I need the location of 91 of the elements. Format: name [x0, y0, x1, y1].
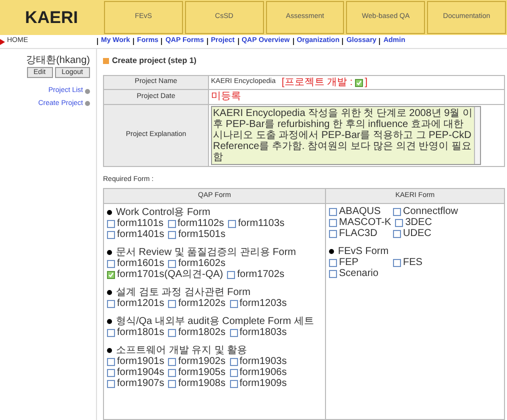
- checkbox[interactable]: [168, 380, 176, 388]
- form-option[interactable]: form1803s: [230, 328, 287, 338]
- checkbox[interactable]: [228, 220, 236, 228]
- bullet-icon: [107, 348, 112, 353]
- checkbox[interactable]: [168, 329, 176, 337]
- checkbox[interactable]: [107, 271, 115, 279]
- checkbox[interactable]: [168, 369, 176, 377]
- scrollbar[interactable]: [474, 107, 480, 164]
- checkbox[interactable]: [393, 259, 401, 267]
- checkbox[interactable]: [329, 208, 337, 216]
- form-option[interactable]: form1501s: [168, 230, 226, 240]
- group-title: 문서 Review 및 품질검증의 관리용 Form: [116, 247, 296, 258]
- checkbox[interactable]: [329, 259, 337, 267]
- form-option[interactable]: form1202s: [168, 299, 226, 309]
- checkbox[interactable]: [393, 208, 401, 216]
- page-title: Create project (step 1): [112, 55, 196, 67]
- form-option[interactable]: ABAQUS: [329, 207, 389, 217]
- group-title: 소프트웨어 개발 유지 및 활용: [116, 345, 248, 356]
- form-option[interactable]: form1201s: [107, 299, 164, 309]
- bullet-icon: [107, 210, 112, 215]
- form-option[interactable]: FLAC3D: [329, 229, 389, 239]
- group-title: 형식/Qa 내외부 audit용 Complete Form 세트: [116, 316, 314, 327]
- form-option[interactable]: form1909s: [230, 379, 287, 389]
- square-icon: [103, 58, 109, 64]
- form-option[interactable]: form1102s: [168, 219, 224, 229]
- form-option[interactable]: Scenario: [329, 269, 389, 279]
- status-label: [프로젝트 개발 :: [282, 77, 353, 88]
- checkbox[interactable]: [329, 230, 337, 238]
- form-option[interactable]: Connectflow: [393, 207, 458, 217]
- form-option[interactable]: form1701s(QA의견-QA): [107, 270, 224, 280]
- checkbox[interactable]: [393, 230, 401, 238]
- checkbox[interactable]: [107, 369, 115, 377]
- check-icon: [356, 80, 362, 86]
- form-option[interactable]: form1401s: [107, 230, 164, 240]
- form-option[interactable]: form1903s: [230, 357, 287, 367]
- checkbox[interactable]: [107, 358, 115, 366]
- checkbox[interactable]: [168, 220, 176, 228]
- bullet-icon: [107, 319, 112, 324]
- checkbox[interactable]: [107, 220, 115, 228]
- form-option[interactable]: form1101s: [107, 219, 164, 229]
- form-option[interactable]: form1908s: [168, 379, 226, 389]
- checkbox[interactable]: [107, 329, 115, 337]
- checkbox[interactable]: [230, 369, 238, 377]
- arrow-icon: [0, 38, 5, 44]
- form-option[interactable]: form1901s: [107, 357, 164, 367]
- form-option[interactable]: form1907s: [107, 379, 164, 389]
- bullet-icon: [329, 249, 334, 254]
- group-title: Work Control용 Form: [116, 207, 210, 218]
- check-icon: [108, 272, 114, 278]
- form-option[interactable]: form1601s: [107, 259, 164, 269]
- bullet-icon: [107, 290, 112, 295]
- form-option[interactable]: form1103s: [228, 219, 285, 229]
- checkbox[interactable]: [329, 270, 337, 278]
- checkbox[interactable]: [168, 231, 176, 239]
- checkbox[interactable]: [107, 380, 115, 388]
- checkbox[interactable]: [230, 329, 238, 337]
- logo[interactable]: KAERI: [0, 0, 103, 35]
- form-option[interactable]: form1906s: [230, 368, 287, 378]
- checkbox[interactable]: [329, 219, 337, 227]
- form-option[interactable]: FEP: [329, 258, 389, 268]
- checkbox[interactable]: [230, 358, 238, 366]
- project-date: 미등록: [211, 91, 241, 102]
- checkbox[interactable]: [395, 219, 404, 227]
- status-bracket: ]: [364, 77, 368, 88]
- explanation-field[interactable]: KAERI Encyclopedia 작성을 위한 첫 단계로 2008년 9월 이후 PEP-Bar를 refurbishing 한 후의 influence 효과에 대한 시나리오 도출 과정에서 PEP-Bar를 적용하고 그 PEP-CkD Reference를 추가함. 참여원의 보다 많은 의견 반영이 필요함: [211, 106, 481, 165]
- form-option[interactable]: UDEC: [393, 229, 453, 239]
- checkbox[interactable]: [354, 78, 363, 86]
- form-option[interactable]: form1602s: [168, 259, 226, 269]
- form-option[interactable]: form1904s: [107, 368, 164, 378]
- checkbox[interactable]: [107, 300, 115, 308]
- form-option[interactable]: form1905s: [168, 368, 226, 378]
- checkbox[interactable]: [168, 358, 176, 366]
- checkbox[interactable]: [227, 271, 236, 279]
- form-option[interactable]: form1702s: [227, 270, 284, 280]
- checkbox[interactable]: [168, 300, 176, 308]
- form-option[interactable]: FES: [393, 258, 453, 268]
- bullet-icon: [107, 250, 112, 255]
- checkbox[interactable]: [107, 260, 115, 268]
- checkbox[interactable]: [168, 260, 176, 268]
- group-title: 설계 검토 과정 검사관련 Form: [116, 287, 250, 298]
- form-option[interactable]: 3DEC: [395, 218, 456, 228]
- user-name: 강태환(hkang): [26, 55, 90, 66]
- form-option[interactable]: form1902s: [168, 357, 226, 367]
- checkbox[interactable]: [230, 380, 238, 388]
- form-option[interactable]: MASCOT-K: [329, 218, 392, 228]
- checkbox[interactable]: [107, 231, 115, 239]
- form-option[interactable]: form1203s: [230, 299, 287, 309]
- form-option[interactable]: form1801s: [107, 328, 164, 338]
- group-title: FEvS Form: [338, 246, 389, 257]
- form-option[interactable]: form1802s: [168, 328, 226, 338]
- checkbox[interactable]: [230, 300, 238, 308]
